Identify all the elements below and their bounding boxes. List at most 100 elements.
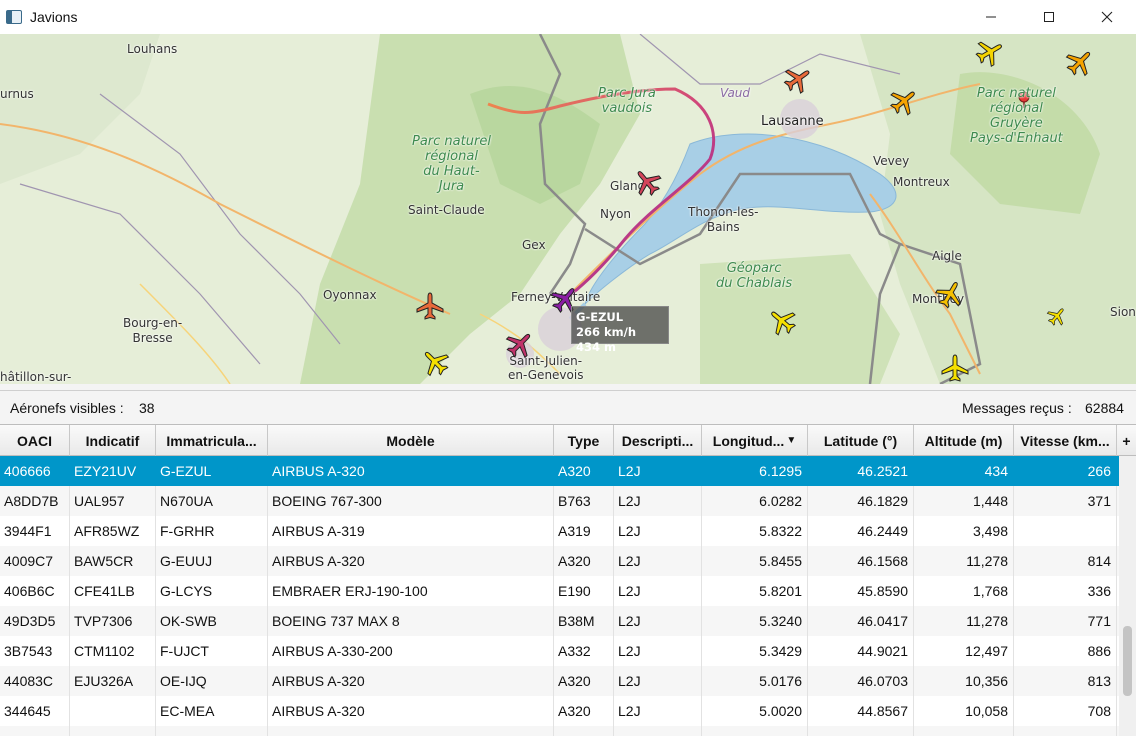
aircraft-icon[interactable] <box>971 34 1009 71</box>
column-header-indicatif[interactable]: Indicatif <box>70 425 156 456</box>
aircraft-icon[interactable] <box>763 302 801 340</box>
cell-modele: AIRBUS A-330-200 <box>268 636 554 666</box>
cell-latitude: 46.0703 <box>808 666 914 696</box>
cell-longitude: 5.3240 <box>702 606 808 636</box>
cell-latitude: 45.8590 <box>808 576 914 606</box>
maximize-button[interactable] <box>1020 0 1078 34</box>
selected-aircraft-callsign: G-EZUL <box>576 310 624 324</box>
column-header-description[interactable]: Descripti... <box>614 425 702 456</box>
sort-descending-icon: ▼ <box>786 435 797 446</box>
column-header-oaci[interactable]: OACI <box>0 425 70 456</box>
cell-modele: AIRBUS A-320 <box>268 726 554 736</box>
table-row[interactable]: 440CA0EJU822ZOE-IZNAIRBUS A-320A320L2J4.… <box>0 726 1119 736</box>
cell-altitude: 11,278 <box>914 606 1014 636</box>
cell-oaci: 440CA0 <box>0 726 70 736</box>
cell-description: L2J <box>614 696 702 726</box>
cell-modele: BOEING 767-300 <box>268 486 554 516</box>
aircraft-icon[interactable] <box>885 82 923 120</box>
column-header-vitesse[interactable]: Vitesse (km... <box>1014 425 1117 456</box>
cell-vitesse: 371 <box>1014 486 1117 516</box>
cell-oaci: 3944F1 <box>0 516 70 546</box>
column-menu-button[interactable]: + <box>1117 425 1136 456</box>
table-row[interactable]: 406B6C CFE41LB G-LCYS EMBRAER ERJ-190-100 E1… <box>0 576 1119 606</box>
window-controls <box>962 0 1136 34</box>
cell-description: L2J <box>614 606 702 636</box>
column-header-immatriculation[interactable]: Immatricula... <box>156 425 268 456</box>
cell-type: A320 <box>554 726 614 736</box>
cell-indicatif: TVP7306 <box>70 606 156 636</box>
selected-aircraft-tag: G-EZUL 266 km/h 434 m <box>571 306 669 354</box>
column-header-latitude[interactable]: Latitude (°) <box>808 425 914 456</box>
aircraft-icon[interactable] <box>501 325 539 363</box>
cell-immatriculation: G-LCYS <box>156 576 268 606</box>
column-header-label: OACI <box>17 432 52 449</box>
column-header-type[interactable]: Type <box>554 425 614 456</box>
table-row[interactable]: 44083C EJU326A OE-IJQ AIRBUS A-320 A320 L2J 5.… <box>0 666 1119 696</box>
cell-type: B763 <box>554 486 614 516</box>
cell-description: L2J <box>614 456 702 486</box>
cell-immatriculation: OE-IJQ <box>156 666 268 696</box>
cell-indicatif: EZY21UV <box>70 456 156 486</box>
close-button[interactable] <box>1078 0 1136 34</box>
table-header: OACI Indicatif Immatricula... Modèle Typ… <box>0 425 1136 456</box>
aircraft-layer <box>416 34 1099 382</box>
aircraft-icon[interactable] <box>416 343 454 381</box>
cell-longitude: 5.8322 <box>702 516 808 546</box>
cell-indicatif <box>70 696 156 726</box>
cell-description: L2J <box>614 666 702 696</box>
title-bar: Javions <box>0 0 1136 34</box>
cell-vitesse: 771 <box>1014 606 1117 636</box>
cell-oaci: 406B6C <box>0 576 70 606</box>
cell-vitesse: 787 <box>1014 726 1117 736</box>
cell-vitesse: 886 <box>1014 636 1117 666</box>
cell-indicatif: CFE41LB <box>70 576 156 606</box>
map-view[interactable]: Louhans urnus Parc Jura vaudois Vaud Lau… <box>0 34 1136 384</box>
app-icon <box>6 10 22 24</box>
cell-longitude: 4.4775 <box>702 726 808 736</box>
cell-vitesse: 814 <box>1014 546 1117 576</box>
close-icon <box>1101 11 1113 23</box>
column-header-longitude[interactable]: Longitud... ▼ <box>702 425 808 456</box>
aircraft-icon[interactable] <box>1061 43 1099 81</box>
aircraft-table[interactable]: OACI Indicatif Immatricula... Modèle Typ… <box>0 424 1136 736</box>
minimize-icon <box>986 16 996 18</box>
aircraft-icon[interactable] <box>941 354 969 382</box>
column-header-altitude[interactable]: Altitude (m) <box>914 425 1014 456</box>
column-header-label: Indicatif <box>85 432 140 449</box>
cell-description: L2J <box>614 546 702 576</box>
cell-vitesse: 266 <box>1014 456 1117 486</box>
messages-received-label: Messages reçus : <box>962 400 1072 416</box>
cell-immatriculation: OK-SWB <box>156 606 268 636</box>
aircraft-icon[interactable] <box>416 292 444 320</box>
table-row-selected[interactable]: 406666 EZY21UV G-EZUL AIRBUS A-320 A320 L2J 6.… <box>0 456 1119 486</box>
table-row[interactable]: A8DD7B UAL957 N670UA BOEING 767-300 B763 L2J 6… <box>0 486 1119 516</box>
window-title: Javions <box>30 9 78 25</box>
cell-immatriculation: G-EZUL <box>156 456 268 486</box>
column-header-modele[interactable]: Modèle <box>268 425 554 456</box>
table-row[interactable]: 4009C7 BAW5CR G-EUUJ AIRBUS A-320 A320 L2J 5.8… <box>0 546 1119 576</box>
cell-type: A319 <box>554 516 614 546</box>
cell-oaci: 406666 <box>0 456 70 486</box>
table-row[interactable]: 3B7543 CTM1102 F-UJCT AIRBUS A-330-200 A332 L… <box>0 636 1119 666</box>
cell-immatriculation: G-EUUJ <box>156 546 268 576</box>
minimize-button[interactable] <box>962 0 1020 34</box>
aircraft-icon[interactable] <box>1043 302 1071 330</box>
aircraft-icon[interactable] <box>628 163 666 201</box>
table-row[interactable]: 49D3D5 TVP7306 OK-SWB BOEING 737 MAX 8 B38M L… <box>0 606 1119 636</box>
table-row[interactable]: 344645 EC-MEA AIRBUS A-320 A320 L2J 5.0020 44.… <box>0 696 1119 726</box>
selected-aircraft-info: 266 km/h 434 m <box>576 325 637 354</box>
maximize-icon <box>1044 12 1054 22</box>
cell-vitesse: 708 <box>1014 696 1117 726</box>
cell-vitesse: 813 <box>1014 666 1117 696</box>
aircraft-icon[interactable] <box>931 275 969 313</box>
cell-indicatif: BAW5CR <box>70 546 156 576</box>
cell-longitude: 5.8201 <box>702 576 808 606</box>
cell-description: L2J <box>614 516 702 546</box>
cell-altitude: 11,278 <box>914 546 1014 576</box>
vertical-scrollbar[interactable] <box>1119 456 1136 736</box>
cell-altitude: 1,768 <box>914 576 1014 606</box>
scrollbar-thumb[interactable] <box>1123 626 1132 696</box>
cell-latitude: 44.8567 <box>808 696 914 726</box>
table-row[interactable]: 3944F1 AFR85WZ F-GRHR AIRBUS A-319 A319 L2J 5.… <box>0 516 1119 546</box>
aircraft-icon[interactable] <box>779 60 817 98</box>
